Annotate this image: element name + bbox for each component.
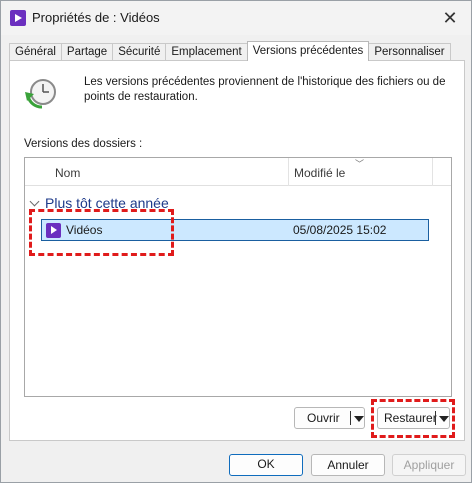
versions-list[interactable]: Nom Modifié le ﹀ Plus tôt cette année Vi…	[24, 157, 452, 397]
description-text: Les versions précédentes proviennent de …	[84, 76, 446, 103]
column-header-name[interactable]: Nom	[55, 166, 80, 180]
close-button[interactable]: ✕	[437, 5, 463, 31]
video-folder-icon	[10, 10, 26, 26]
cancel-button[interactable]: Annuler	[311, 454, 385, 476]
column-divider[interactable]	[432, 158, 433, 186]
split-divider	[435, 411, 436, 425]
restore-clock-icon	[25, 79, 56, 109]
list-item-name: Vidéos	[66, 223, 103, 237]
versions-label: Versions des dossiers :	[24, 138, 143, 150]
tab-emplacement[interactable]: Emplacement	[165, 43, 248, 61]
list-header: Nom Modifié le ﹀	[25, 158, 451, 186]
tab-versions-precedentes[interactable]: Versions précédentes	[246, 41, 370, 61]
open-button-label: Ouvrir	[307, 411, 340, 425]
window-title: Propriétés de : Vidéos	[32, 10, 160, 25]
apply-button[interactable]: Appliquer	[392, 454, 466, 476]
properties-dialog: Propriétés de : Vidéos ✕ Général Partage…	[0, 0, 472, 483]
open-split-button[interactable]: Ouvrir	[294, 407, 365, 429]
restore-button-label: Restaurer	[384, 411, 437, 425]
tab-personnaliser[interactable]: Personnaliser	[368, 43, 451, 61]
tab-strip: Général Partage Sécurité Emplacement Ver…	[9, 41, 451, 61]
title-bar: Propriétés de : Vidéos ✕	[1, 1, 471, 35]
list-item[interactable]: Vidéos 05/08/2025 15:02	[41, 219, 429, 241]
tab-general[interactable]: Général	[9, 43, 62, 61]
dropdown-arrow-icon[interactable]	[354, 416, 364, 422]
split-divider	[350, 411, 351, 425]
tab-partage[interactable]: Partage	[60, 43, 114, 61]
column-header-modified[interactable]: Modifié le	[294, 166, 345, 180]
group-label: Plus tôt cette année	[45, 195, 169, 211]
tab-securite[interactable]: Sécurité	[112, 43, 167, 61]
tab-panel: Les versions précédentes proviennent de …	[9, 60, 465, 441]
chevron-down-icon[interactable]	[29, 196, 40, 207]
ok-button[interactable]: OK	[229, 454, 303, 476]
restore-split-button[interactable]: Restaurer	[377, 407, 450, 429]
sort-chevron-icon: ﹀	[355, 159, 365, 169]
video-folder-icon	[46, 223, 61, 238]
column-divider[interactable]	[288, 158, 289, 186]
list-item-date: 05/08/2025 15:02	[293, 223, 387, 237]
group-header[interactable]: Plus tôt cette année	[29, 195, 169, 211]
dropdown-arrow-icon[interactable]	[439, 416, 449, 422]
